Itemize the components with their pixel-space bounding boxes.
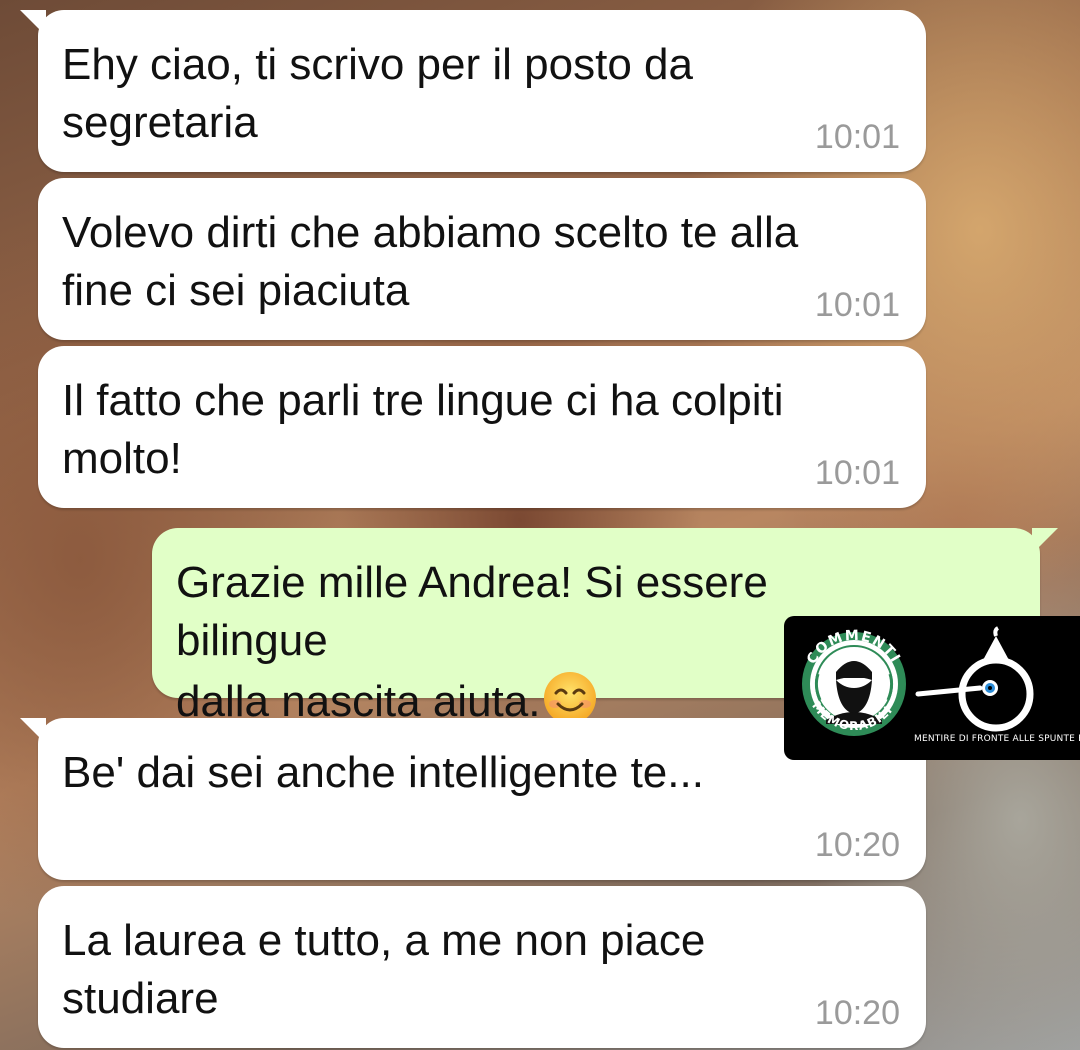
message-text-line: Il fatto che parli tre lingue ci ha colp… (62, 376, 784, 425)
message-timestamp: 10:01 (814, 454, 900, 492)
message-text-line: Be' dai sei anche intelligente te... (62, 748, 704, 797)
message-text-line: studiare (62, 974, 219, 1023)
incoming-message-bubble[interactable]: Volevo dirti che abbiamo scelto te alla … (38, 178, 926, 340)
watermark-badge: COMMENTI MEMORABILI MENTIRE DI FRONTE AL… (784, 616, 1080, 760)
watermark-caption: MENTIRE DI FRONTE ALLE SPUNTE BLU (914, 734, 1080, 744)
message-text-line: segretaria (62, 98, 258, 147)
message-text-line: Volevo dirti che abbiamo scelto te alla (62, 208, 799, 257)
message-text-line: fine ci sei piaciuta (62, 266, 410, 315)
message-list[interactable]: Ehy ciao, ti scrivo per il posto da segr… (0, 0, 1080, 1050)
bubble-tail (20, 718, 46, 744)
incoming-message-bubble[interactable]: Il fatto che parli tre lingue ci ha colp… (38, 346, 926, 508)
message-text-line: molto! (62, 434, 182, 483)
incoming-message-bubble[interactable]: Ehy ciao, ti scrivo per il posto da segr… (20, 10, 926, 172)
bubble-tail (1032, 528, 1058, 554)
pinocchio-head-icon (915, 626, 1034, 732)
bubble-tail (20, 10, 46, 36)
message-timestamp: 10:01 (814, 118, 900, 156)
incoming-message-bubble[interactable]: La laurea e tutto, a me non piace studia… (38, 886, 926, 1048)
message-timestamp: 10:20 (814, 994, 900, 1032)
message-timestamp: 10:20 (814, 826, 900, 864)
message-text-line: La laurea e tutto, a me non piace (62, 916, 706, 965)
message-text-line: Ehy ciao, ti scrivo per il posto da (62, 40, 693, 89)
message-timestamp: 10:01 (814, 286, 900, 324)
